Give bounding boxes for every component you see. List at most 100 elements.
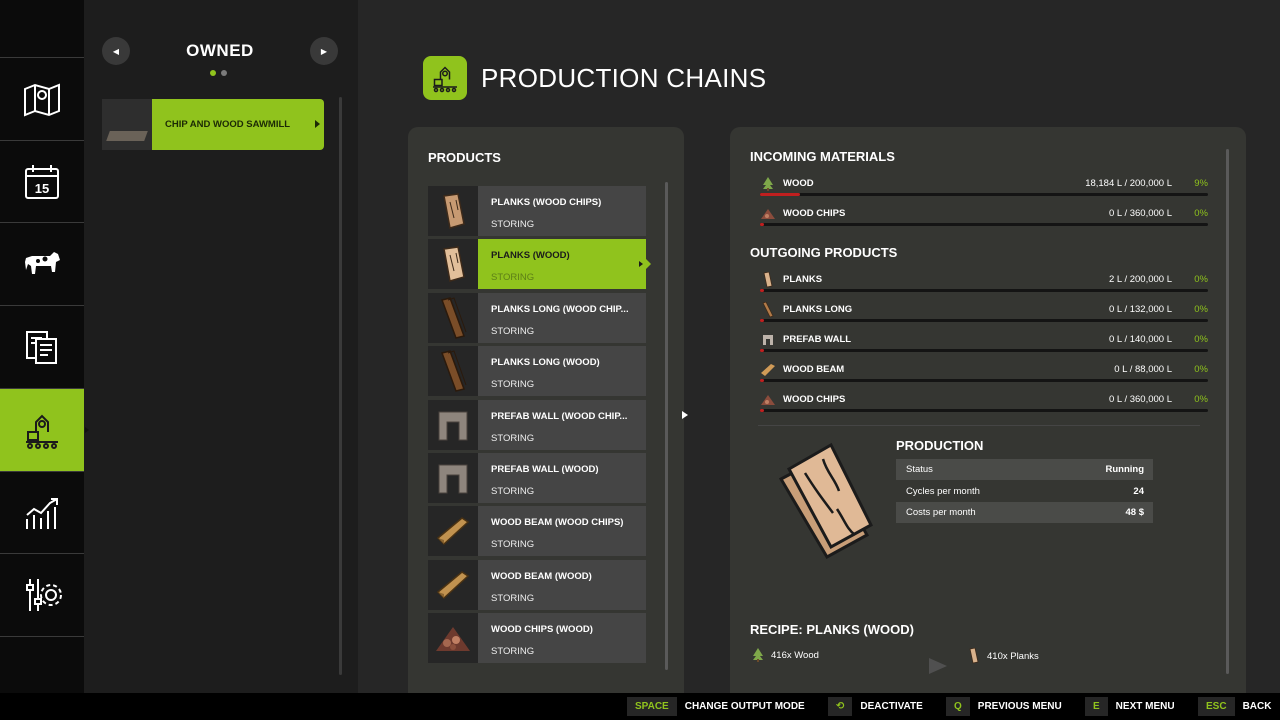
product-name: PLANKS (WOOD) xyxy=(491,250,570,261)
row-value: 24 xyxy=(1133,486,1144,497)
chevron-right-icon: ▶ xyxy=(320,46,328,56)
fill-level-bar xyxy=(760,349,1208,352)
hint-previous-menu[interactable]: Q PREVIOUS MENU xyxy=(946,697,1062,716)
hint-label: BACK xyxy=(1242,701,1272,712)
nav-calendar-button[interactable]: 15 xyxy=(0,141,84,223)
product-percent: 0% xyxy=(1194,364,1208,375)
nav-contracts-button[interactable] xyxy=(0,306,84,388)
scrollbar[interactable] xyxy=(339,97,342,675)
hint-next-menu[interactable]: E NEXT MENU xyxy=(1085,697,1175,716)
nav-settings-button[interactable] xyxy=(0,554,84,636)
product-row[interactable]: WOOD CHIPS (WOOD) STORING xyxy=(428,613,646,663)
product-status: STORING xyxy=(491,486,535,497)
production-point-label: CHIP AND WOOD SAWMILL xyxy=(165,119,291,130)
fill-level-bar xyxy=(760,379,1208,382)
product-status: STORING xyxy=(491,219,535,230)
product-row[interactable]: PLANKS LONG (WOOD CHIP... STORING xyxy=(428,293,646,343)
fill-level-bar xyxy=(760,193,1208,196)
product-name: WOOD BEAM (WOOD) xyxy=(491,571,592,582)
hint-label: CHANGE OUTPUT MODE xyxy=(684,701,805,712)
planks-long-icon xyxy=(428,293,478,343)
material-name: WOOD xyxy=(783,178,814,189)
product-status: STORING xyxy=(491,272,535,283)
product-name: PLANKS LONG xyxy=(783,304,853,315)
incoming-materials-heading: INCOMING MATERIALS xyxy=(750,149,895,164)
fill-level xyxy=(760,223,764,226)
recipe-input-text: 416x Wood xyxy=(771,649,819,661)
previous-page-button[interactable]: ◀ xyxy=(102,37,130,65)
key-badge: SPACE xyxy=(627,697,677,716)
material-name: WOOD CHIPS xyxy=(783,208,846,219)
product-name: WOOD CHIPS xyxy=(783,394,846,405)
product-row[interactable]: PREFAB WALL (WOOD) STORING xyxy=(428,453,646,503)
product-name: PREFAB WALL (WOOD CHIP... xyxy=(491,411,628,422)
next-page-button[interactable]: ▶ xyxy=(310,37,338,65)
page-dot xyxy=(221,70,227,76)
hint-deactivate[interactable]: ⟲ DEACTIVATE xyxy=(828,697,923,716)
product-row[interactable]: PLANKS (WOOD CHIPS) STORING xyxy=(428,186,646,236)
product-amount: 0 L / 88,000 L xyxy=(1114,364,1172,375)
product-status: STORING xyxy=(491,326,535,337)
production-cycles-row: Cycles per month 24 xyxy=(896,481,1153,502)
contracts-icon xyxy=(26,331,57,364)
product-row[interactable]: PREFAB WALL (WOOD CHIP... STORING xyxy=(428,400,646,450)
material-amount: 18,184 L / 200,000 L xyxy=(1085,178,1172,189)
row-label: Cycles per month xyxy=(906,486,980,497)
rail-divider xyxy=(0,636,84,637)
tree-icon xyxy=(753,648,763,662)
planks-icon xyxy=(775,439,875,564)
hint-label: DEACTIVATE xyxy=(860,701,923,712)
fill-level-bar xyxy=(760,409,1208,412)
expand-arrow-button[interactable] xyxy=(676,405,694,425)
hint-change-output-mode[interactable]: SPACE CHANGE OUTPUT MODE xyxy=(627,697,805,716)
product-status: STORING xyxy=(491,433,535,444)
product-row-selected[interactable]: PLANKS (WOOD) STORING xyxy=(428,239,651,289)
product-status: STORING xyxy=(491,539,535,550)
key-badge: ESC xyxy=(1198,697,1235,716)
product-status: STORING xyxy=(491,646,535,657)
product-name: PREFAB WALL xyxy=(783,334,852,345)
product-name: WOOD BEAM xyxy=(783,364,845,375)
nav-animals-button[interactable] xyxy=(0,223,84,305)
fill-level xyxy=(760,409,764,412)
production-icon xyxy=(26,414,58,449)
product-row[interactable]: WOOD BEAM (WOOD CHIPS) STORING xyxy=(428,506,646,556)
nav-production-button[interactable] xyxy=(0,389,92,471)
owned-productions-panel: ◀ OWNED ▶ CHIP AND WOOD SAWMILL xyxy=(84,0,358,693)
wood-chips-icon xyxy=(428,613,478,663)
fill-level-bar xyxy=(760,223,1208,226)
input-hints-bar: SPACE CHANGE OUTPUT MODE ⟲ DEACTIVATE Q … xyxy=(0,693,1280,720)
material-amount: 0 L / 360,000 L xyxy=(1108,208,1172,219)
page-title: PRODUCTION CHAINS xyxy=(481,63,767,93)
products-heading: PRODUCTS xyxy=(428,150,501,165)
sawmill-thumbnail xyxy=(102,99,152,150)
product-row[interactable]: WOOD BEAM (WOOD) STORING xyxy=(428,560,646,610)
scrollbar[interactable] xyxy=(1226,149,1229,674)
production-point-item[interactable]: CHIP AND WOOD SAWMILL xyxy=(102,99,324,150)
hint-back[interactable]: ESC BACK xyxy=(1198,697,1271,716)
product-status: STORING xyxy=(491,379,535,390)
product-name: WOOD BEAM (WOOD CHIPS) xyxy=(491,517,624,528)
wood-beam-icon xyxy=(428,560,478,610)
wood-beam-icon xyxy=(758,361,778,379)
nav-statistics-button[interactable] xyxy=(0,472,84,554)
production-details-panel: INCOMING MATERIALS WOOD 18,184 L / 200,0… xyxy=(730,127,1246,693)
row-label: Status xyxy=(906,464,933,475)
nav-map-button[interactable] xyxy=(0,58,84,140)
outgoing-products-heading: OUTGOING PRODUCTS xyxy=(750,245,898,260)
calendar-icon: 15 xyxy=(25,165,59,199)
product-percent: 0% xyxy=(1194,274,1208,285)
scrollbar[interactable] xyxy=(665,182,668,670)
product-row[interactable]: PLANKS LONG (WOOD) STORING xyxy=(428,346,646,396)
material-row: WOOD CHIPS 0 L / 360,000 L 0% xyxy=(758,207,1208,237)
tree-icon xyxy=(758,175,778,193)
map-icon xyxy=(24,83,60,117)
wood-beam-icon xyxy=(428,506,478,556)
key-badge: E xyxy=(1085,697,1108,716)
product-output-row: PREFAB WALL 0 L / 140,000 L 0% xyxy=(758,333,1208,363)
recipe-heading: RECIPE: PLANKS (WOOD) xyxy=(750,622,914,637)
key-badge: Q xyxy=(946,697,970,716)
product-amount: 0 L / 140,000 L xyxy=(1108,334,1172,345)
statistics-icon xyxy=(26,498,58,529)
page-dot-active xyxy=(210,70,216,76)
